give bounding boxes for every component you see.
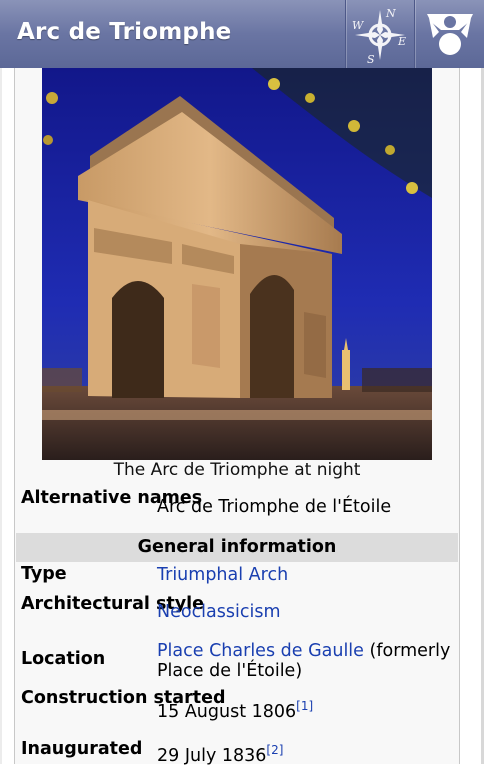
compass-w: W xyxy=(352,19,365,32)
arc-de-triomphe-photo[interactable] xyxy=(42,68,432,460)
alternative-names-value: Arc de Triomphe de l'Étoile xyxy=(157,497,392,517)
inaugurated-value: 29 July 1836[2] xyxy=(157,740,283,766)
location-link[interactable]: Place Charles de Gaulle xyxy=(157,641,364,661)
nearby-button[interactable]: N E S W xyxy=(345,0,414,68)
page-title: Arc de Triomphe xyxy=(17,19,232,45)
citation-2-link[interactable]: [2] xyxy=(266,743,283,757)
location-label: Location xyxy=(21,649,106,669)
image-caption: The Arc de Triomphe at night xyxy=(113,460,361,480)
wikipedia-menu-icon xyxy=(427,14,473,55)
compass-n: N xyxy=(385,7,396,20)
title-bar: Arc de Triomphe N E S W xyxy=(0,0,484,69)
construction-date: 15 August 1806 xyxy=(157,702,297,722)
location-value: Place Charles de Gaulle (formerly Place … xyxy=(157,641,453,681)
menu-button[interactable] xyxy=(414,0,483,68)
frame-border-left xyxy=(0,68,2,764)
type-label: Type xyxy=(21,564,67,584)
compass-s: S xyxy=(367,53,375,66)
type-link[interactable]: Triumphal Arch xyxy=(157,565,288,585)
citation-1-link[interactable]: [1] xyxy=(296,699,313,713)
section-general-information: General information xyxy=(16,533,458,562)
compass-icon: N E S W xyxy=(352,7,406,66)
construction-started-value: 15 August 1806[1] xyxy=(157,696,313,722)
infobox: The Arc de Triomphe at night Alternative… xyxy=(14,68,460,766)
compass-e: E xyxy=(397,35,406,48)
architectural-style-link[interactable]: Neoclassicism xyxy=(157,602,281,622)
inaugurated-date: 29 July 1836 xyxy=(157,746,267,766)
inaugurated-label: Inaugurated xyxy=(21,739,143,759)
